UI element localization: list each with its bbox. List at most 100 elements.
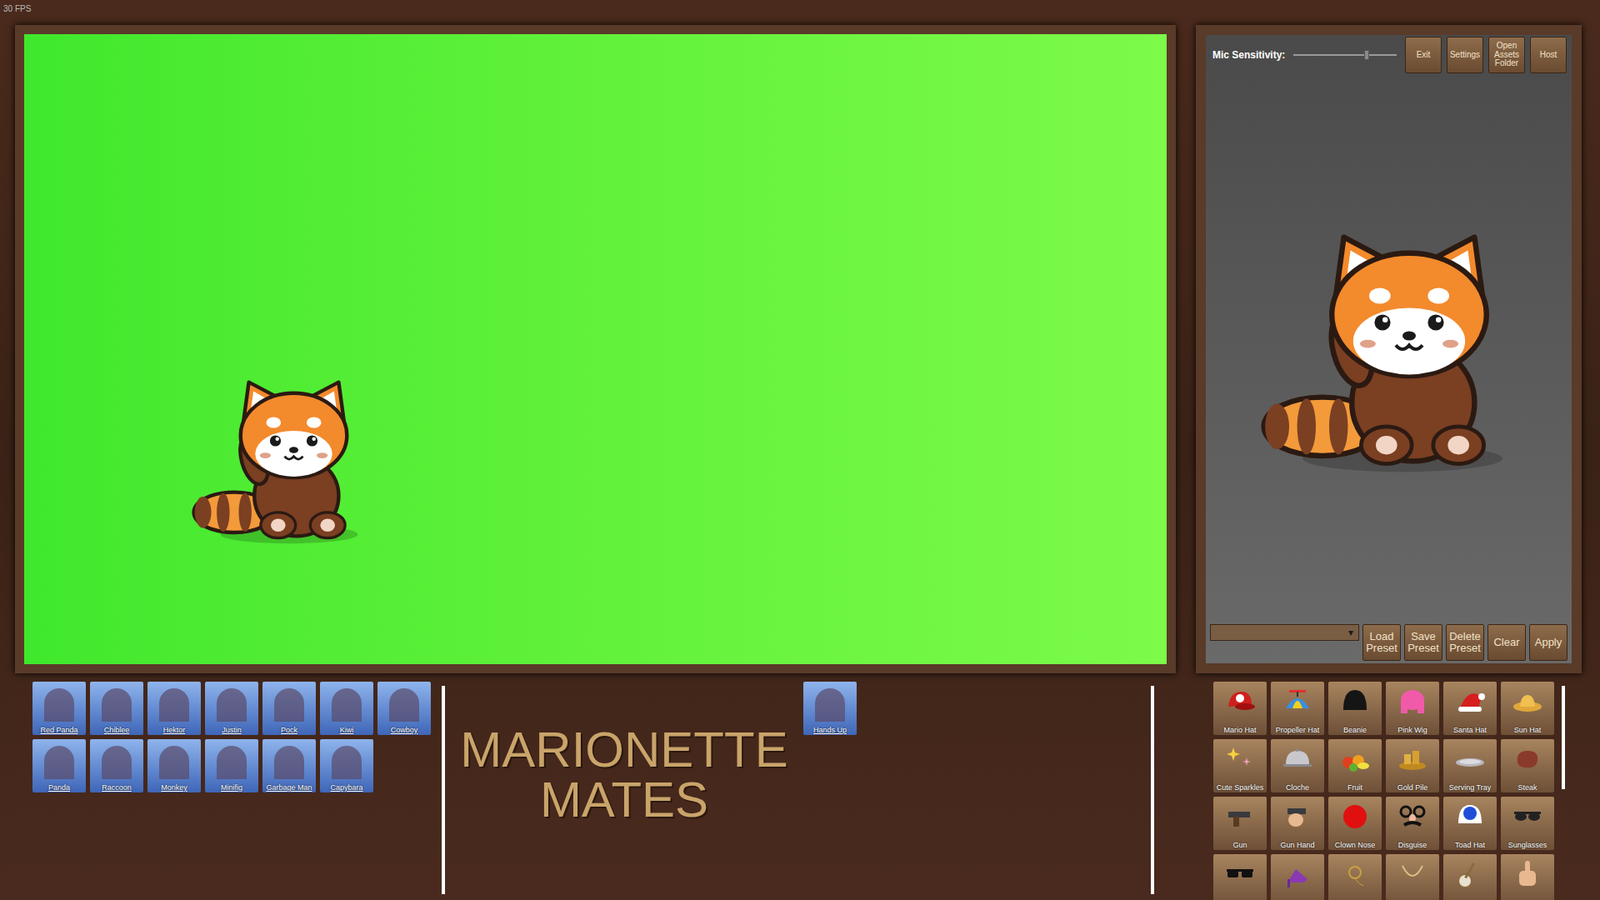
- divider: [441, 685, 445, 895]
- preview-area: [1205, 73, 1572, 625]
- accessory-tile[interactable]: Pink Wig: [1385, 681, 1440, 735]
- character-grid: Red Panda ChibleeHektor JustinPock KiwiCowb…: [0, 681, 442, 900]
- panel-header: Mic Sensitivity: ExitSettingsOpen Assets …: [1205, 35, 1572, 74]
- accessory-tile[interactable]: Sunglasses: [1500, 796, 1555, 850]
- accessory-name: Mario Hat: [1213, 725, 1267, 735]
- accessory-tile[interactable]: Gun: [1213, 796, 1267, 850]
- accessory-tile[interactable]: Clown Nose: [1328, 796, 1382, 850]
- accessory-tile[interactable]: [1213, 854, 1267, 900]
- panel-button[interactable]: Clear: [1487, 624, 1526, 661]
- mic-label: Mic Sensitivity:: [1212, 47, 1285, 63]
- red-panda-puppet: [188, 367, 372, 551]
- accessory-tile[interactable]: Fruit: [1328, 739, 1382, 793]
- panel-button[interactable]: Settings: [1446, 36, 1484, 74]
- accessory-tile[interactable]: Propeller Hat: [1270, 681, 1325, 735]
- character-tile[interactable]: Red Panda: [32, 681, 86, 735]
- banjo-icon: [1453, 857, 1487, 891]
- character-portrait: [274, 745, 305, 780]
- panel-button[interactable]: Exit: [1405, 36, 1442, 74]
- accessory-name: Beanie: [1328, 725, 1382, 735]
- gold-pile-icon: [1395, 742, 1430, 776]
- character-portrait: [815, 688, 845, 722]
- character-tile[interactable]: Capybara: [320, 739, 374, 793]
- logo-line: MATES: [540, 775, 709, 825]
- sunglasses-icon: [1510, 800, 1545, 834]
- character-name: Kiwi: [320, 725, 374, 735]
- accessory-tile[interactable]: Gold Pile: [1385, 739, 1440, 793]
- mic-slider[interactable]: [1293, 50, 1397, 60]
- gun-icon: [1223, 800, 1257, 834]
- character-portrait: [101, 745, 132, 780]
- accessory-tile[interactable]: Beanie: [1328, 681, 1382, 735]
- character-name: Capybara: [320, 783, 374, 792]
- character-name: Justin: [205, 725, 259, 735]
- character-name: Chiblee: [90, 725, 144, 735]
- accessory-tile[interactable]: [1385, 854, 1440, 900]
- fps-counter: 30 FPS: [3, 2, 31, 15]
- accessory-name: Clown Nose: [1328, 840, 1382, 850]
- character-portrait: [159, 688, 190, 722]
- gun-hand-icon: [1280, 800, 1315, 834]
- character-tile[interactable]: Hektor: [147, 681, 201, 735]
- character-tile[interactable]: Hands Up: [803, 681, 857, 735]
- character-tile[interactable]: Chiblee: [90, 681, 144, 735]
- clown-nose-icon: [1338, 800, 1372, 834]
- accessory-tile[interactable]: Disguise: [1385, 796, 1440, 850]
- accessory-tile[interactable]: Mario Hat: [1213, 681, 1267, 735]
- accessory-tile[interactable]: [1328, 854, 1382, 900]
- accessory-tile[interactable]: Cute Sparkles: [1213, 739, 1267, 793]
- preset-dropdown[interactable]: ▾: [1210, 624, 1360, 641]
- accessory-tile[interactable]: [1443, 854, 1497, 900]
- sun-hat-icon: [1510, 685, 1545, 719]
- pink-wig-icon: [1395, 685, 1430, 719]
- character-name: Cowboy: [377, 725, 431, 735]
- character-tile[interactable]: Monkey: [147, 739, 201, 793]
- accessory-name: Santa Hat: [1443, 725, 1497, 735]
- character-portrait: [101, 688, 132, 722]
- accessory-tile[interactable]: Toad Hat: [1443, 796, 1497, 850]
- character-tile[interactable]: Pock: [262, 681, 316, 735]
- center-area: MARIONETTEMATESHands Up: [445, 681, 1151, 900]
- accessory-name: Disguise: [1385, 840, 1440, 850]
- accessory-tile[interactable]: Sun Hat: [1500, 681, 1555, 735]
- accessory-tile[interactable]: Serving Tray: [1443, 739, 1497, 793]
- character-tile[interactable]: Garbage Man: [262, 739, 316, 793]
- santa-hat-icon: [1453, 685, 1487, 719]
- accessory-grid: Mario HatPropeller HatBeaniePink WigSant…: [1213, 681, 1555, 900]
- accessory-tile[interactable]: Steak: [1500, 739, 1555, 793]
- character-tile[interactable]: Panda: [32, 739, 86, 793]
- panel-button[interactable]: Save Preset: [1404, 624, 1443, 661]
- heels-icon: [1280, 857, 1315, 891]
- character-name: Raccoon: [90, 783, 144, 792]
- character-tile[interactable]: Justin: [205, 681, 259, 735]
- character-name: Monkey: [147, 783, 201, 792]
- character-portrait: [216, 688, 247, 722]
- accessory-tile[interactable]: [1270, 854, 1325, 900]
- accessory-name: Sun Hat: [1500, 725, 1555, 735]
- accessory-tile[interactable]: [1500, 854, 1555, 900]
- character-name: Hands Up: [803, 725, 857, 735]
- accessory-tile[interactable]: Cloche: [1270, 739, 1325, 793]
- slider-thumb[interactable]: [1364, 50, 1370, 60]
- accessory-tile[interactable]: Gun Hand: [1270, 796, 1325, 850]
- character-tile[interactable]: Raccoon: [90, 739, 144, 793]
- accessory-scrollbar[interactable]: [1561, 685, 1565, 790]
- character-portrait: [389, 688, 420, 722]
- character-portrait: [216, 745, 247, 780]
- stage-puppet[interactable]: [188, 367, 372, 551]
- accessory-area: Mario HatPropeller HatBeaniePink WigSant…: [1154, 681, 1565, 900]
- character-tile[interactable]: Minifig: [205, 739, 259, 793]
- character-tile[interactable]: Cowboy: [377, 681, 431, 735]
- panel-button[interactable]: Load Preset: [1362, 624, 1401, 661]
- divider: [1150, 685, 1155, 895]
- panel-button[interactable]: Delete Preset: [1445, 624, 1485, 661]
- accessory-name: Toad Hat: [1443, 840, 1497, 850]
- accessory-tile[interactable]: Santa Hat: [1443, 681, 1497, 735]
- sparkles-icon: [1223, 742, 1257, 776]
- panel-button[interactable]: Apply: [1529, 624, 1568, 661]
- panel-button[interactable]: Open Assets Folder: [1488, 36, 1525, 74]
- red-panda-preview: [1255, 215, 1523, 483]
- character-tile[interactable]: Kiwi: [320, 681, 374, 735]
- panel-button[interactable]: Host: [1530, 36, 1567, 74]
- accessory-name: Cute Sparkles: [1213, 783, 1267, 792]
